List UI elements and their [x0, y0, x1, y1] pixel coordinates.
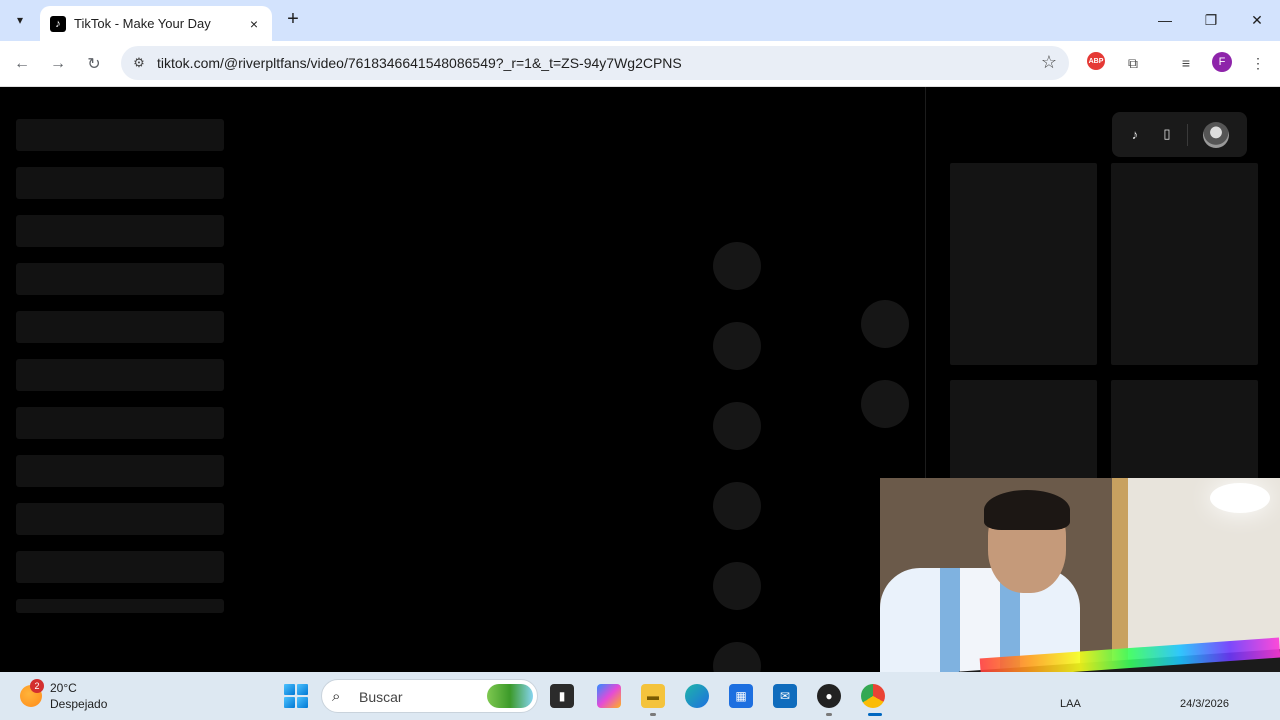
bookmark-star-icon[interactable]: ☆	[1041, 52, 1057, 73]
file-explorer-icon[interactable]: ▬	[641, 684, 665, 708]
skeleton-action-circle	[713, 242, 761, 290]
tab-title: TikTok - Make Your Day	[74, 16, 211, 31]
skeleton-bar	[16, 551, 224, 583]
skeleton-bar	[16, 263, 224, 295]
tiktok-icon[interactable]: ♪	[1126, 125, 1144, 143]
skeleton-bar	[16, 311, 224, 343]
outlook-icon[interactable]: ✉	[773, 684, 797, 708]
search-highlight-image	[487, 684, 533, 708]
skeleton-action-circle	[713, 402, 761, 450]
skeleton-bar	[16, 215, 224, 247]
profile-avatar[interactable]: F	[1212, 52, 1232, 72]
tab-bar: ▾ ♪ TikTok - Make Your Day × + — ❐ ✕	[0, 0, 1280, 41]
skeleton-action-circle	[713, 322, 761, 370]
media-control-icon[interactable]: ≡	[1175, 52, 1197, 74]
url-text[interactable]: tiktok.com/@riverpltfans/video/761834664…	[157, 55, 682, 71]
obs-icon[interactable]: ●	[817, 684, 841, 708]
skeleton-thumbnail	[1111, 163, 1258, 365]
start-icon[interactable]	[284, 684, 308, 708]
running-indicator	[650, 713, 656, 716]
active-indicator	[868, 713, 882, 716]
skeleton-bar	[16, 503, 224, 535]
tiktok-icon: ♪	[50, 15, 66, 32]
store-icon[interactable]: ▦	[729, 684, 753, 708]
chrome-icon[interactable]	[861, 684, 885, 708]
puzzle-icon[interactable]: ⧉	[1122, 52, 1144, 74]
taskbar: 2 20°C Despejado ⌕ Buscar ▮ ▬ ▦ ✉ ● LAA …	[0, 672, 1280, 720]
maximize-button[interactable]: ❐	[1199, 8, 1223, 32]
skeleton-action-circle	[713, 482, 761, 530]
tray-language[interactable]: LAA	[1060, 698, 1081, 710]
webcam-overlay	[880, 478, 1280, 704]
forward-icon[interactable]: →	[46, 52, 70, 76]
skeleton-bar	[16, 119, 224, 151]
notification-badge: 2	[30, 679, 44, 693]
tab-search-icon[interactable]: ▾	[8, 8, 32, 32]
user-avatar[interactable]	[1203, 122, 1229, 148]
search-placeholder: Buscar	[359, 689, 403, 705]
menu-icon[interactable]: ⋮	[1247, 52, 1269, 74]
weather-temp: 20°C	[50, 681, 77, 695]
skeleton-nav-circle	[861, 300, 909, 348]
webcam-person-hair	[984, 490, 1070, 530]
weather-condition: Despejado	[50, 697, 108, 711]
skeleton-bar	[16, 455, 224, 487]
file-manager-icon[interactable]: ▮	[550, 684, 574, 708]
running-indicator	[826, 713, 832, 716]
reload-icon[interactable]: ↻	[82, 52, 106, 76]
weather-widget[interactable]: 2 20°C Despejado	[18, 679, 138, 713]
browser-toolbar: ← → ↻ ⚙ tiktok.com/@riverpltfans/video/7…	[0, 41, 1280, 87]
skeleton-bar	[16, 359, 224, 391]
back-icon[interactable]: ←	[10, 52, 34, 76]
tab-close-icon[interactable]: ×	[246, 16, 262, 32]
edge-icon[interactable]	[685, 684, 709, 708]
address-bar[interactable]: ⚙ tiktok.com/@riverpltfans/video/7618346…	[121, 46, 1069, 80]
skeleton-nav-circle	[861, 380, 909, 428]
skeleton-action-circle	[713, 642, 761, 672]
taskbar-search[interactable]: ⌕ Buscar	[321, 679, 538, 713]
top-controls: ♪ ▯	[1112, 112, 1247, 157]
webcam-light	[1210, 483, 1270, 513]
skeleton-bar	[16, 599, 224, 613]
tray-date[interactable]: 24/3/2026	[1180, 698, 1229, 710]
new-tab-button[interactable]: +	[282, 9, 304, 31]
search-icon: ⌕	[332, 688, 341, 705]
site-info-icon[interactable]: ⚙	[129, 53, 149, 73]
copilot-icon[interactable]	[597, 684, 621, 708]
adblock-icon[interactable]: ABP	[1087, 52, 1105, 70]
close-window-button[interactable]: ✕	[1245, 8, 1269, 32]
skeleton-thumbnail	[950, 163, 1097, 365]
skeleton-action-circle	[713, 562, 761, 610]
skeleton-bar	[16, 407, 224, 439]
phone-icon[interactable]: ▯	[1158, 125, 1176, 143]
skeleton-bar	[16, 167, 224, 199]
divider	[1187, 124, 1188, 146]
tab-tiktok[interactable]: ♪ TikTok - Make Your Day ×	[40, 6, 272, 41]
minimize-button[interactable]: —	[1153, 8, 1177, 32]
